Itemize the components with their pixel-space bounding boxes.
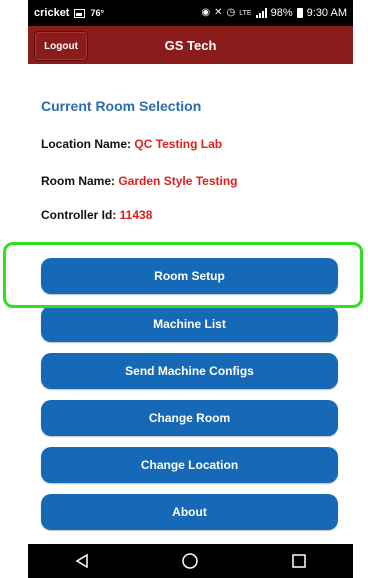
recents-square-icon — [292, 554, 306, 568]
status-bar: cricket 76° ◉ ✕ ◷ LTE 98% 9:30 AM — [28, 0, 353, 26]
main-content: Current Room Selection Location Name: QC… — [28, 64, 353, 544]
back-button[interactable] — [62, 544, 102, 578]
app-title: GS Tech — [164, 37, 217, 53]
home-circle-icon — [182, 553, 199, 569]
location-label: Location Name: — [41, 137, 132, 151]
change-location-button[interactable]: Change Location — [41, 447, 338, 483]
machine-list-button[interactable]: Machine List — [41, 306, 338, 342]
battery-icon — [296, 8, 303, 18]
signal-icon — [255, 8, 267, 18]
controller-row: Controller Id: 11438 — [41, 208, 152, 222]
room-row: Room Name: Garden Style Testing — [41, 174, 238, 188]
carrier-name: cricket — [34, 7, 70, 19]
app-header: Logout GS Tech — [28, 26, 353, 64]
room-label: Room Name: — [41, 174, 116, 188]
status-left: cricket 76° — [34, 7, 104, 19]
room-setup-button[interactable]: Room Setup — [41, 258, 338, 294]
temperature: 76° — [90, 8, 105, 18]
send-machine-configs-button[interactable]: Send Machine Configs — [41, 353, 338, 389]
controller-value: 11438 — [119, 208, 153, 222]
room-value: Garden Style Testing — [118, 174, 238, 188]
network-type: LTE — [239, 9, 252, 17]
about-button[interactable]: About — [41, 494, 338, 530]
change-room-button[interactable]: Change Room — [41, 400, 338, 436]
alarm-icon: ◷ — [226, 7, 236, 18]
location-row: Location Name: QC Testing Lab — [41, 137, 222, 151]
back-triangle-icon — [75, 553, 88, 569]
battery-percent: 98% — [270, 7, 293, 19]
home-button[interactable] — [170, 544, 210, 578]
vibrate-icon: ✕ — [214, 7, 223, 18]
no-disturb-icon: ◉ — [201, 7, 211, 18]
status-right: ◉ ✕ ◷ LTE 98% 9:30 AM — [201, 7, 347, 19]
app-screen: cricket 76° ◉ ✕ ◷ LTE 98% 9:30 AM Logout… — [0, 0, 368, 578]
location-value: QC Testing Lab — [134, 137, 223, 151]
controller-label: Controller Id: — [41, 208, 117, 222]
recents-button[interactable] — [279, 544, 319, 578]
section-title: Current Room Selection — [41, 98, 202, 114]
logout-button[interactable]: Logout — [34, 31, 88, 61]
image-notification-icon — [74, 8, 86, 18]
navigation-bar — [28, 544, 353, 578]
clock: 9:30 AM — [306, 7, 347, 19]
